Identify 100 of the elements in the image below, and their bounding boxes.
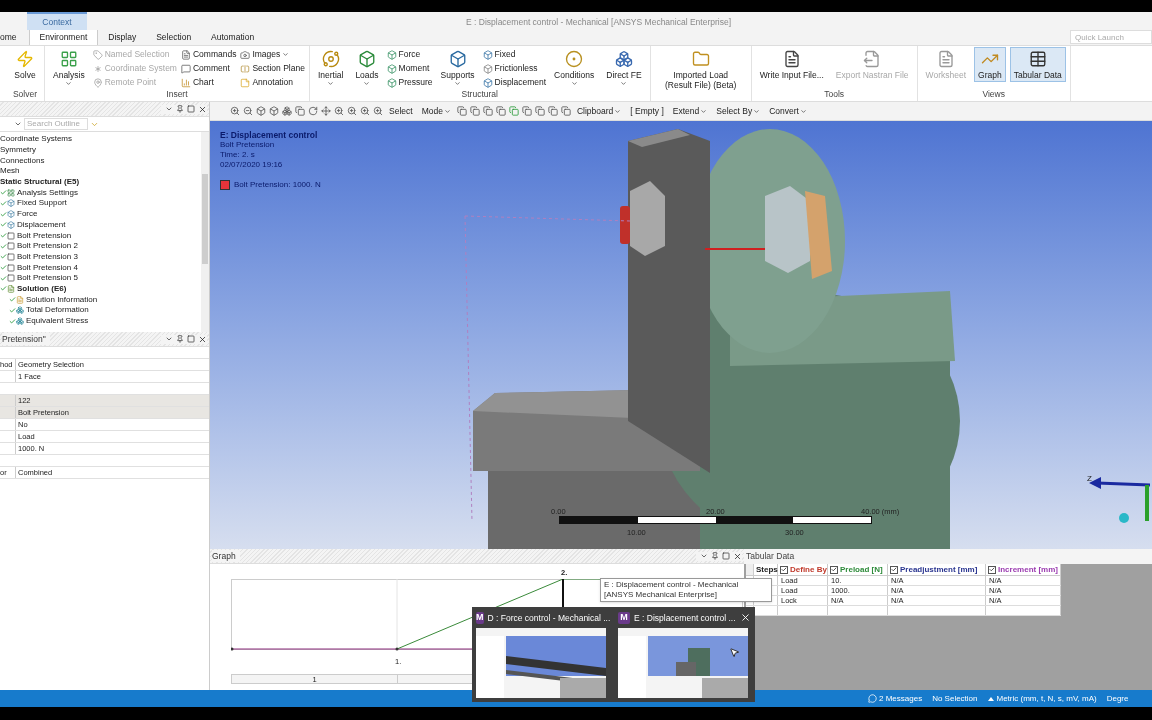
column-header[interactable]: Preload [N] [840,563,883,576]
toolbar-button[interactable]: Mode [418,104,454,118]
ribbon-button[interactable]: Tabular Data [1009,47,1066,82]
ribbon-button[interactable]: Section Plane [240,62,305,75]
tree-item[interactable]: Bolt Pretension [17,230,72,241]
window-thumbnail[interactable] [476,628,606,698]
copy-icon[interactable] [560,106,571,116]
close-icon[interactable] [198,334,207,344]
ribbon-button[interactable]: Solve [10,47,40,82]
ribbon-button[interactable]: Moment [386,62,433,75]
checkbox[interactable] [780,565,788,574]
copy-icon[interactable] [521,106,532,116]
move-icon[interactable] [321,106,331,116]
checkbox[interactable] [830,565,838,574]
rotate-icon[interactable] [308,106,318,116]
close-icon[interactable] [740,612,751,623]
tree-item[interactable]: Solution (E6) [17,283,67,294]
zoom-in-icon[interactable] [360,106,370,116]
copy-icon[interactable] [534,106,545,116]
pin-icon[interactable] [711,552,719,560]
tree-item[interactable]: Static Structural (E5) [0,177,80,188]
ribbon-button[interactable]: Imported Load (Result File) (Beta) [654,47,747,92]
quick-launch-field[interactable]: Quick Launch [1070,30,1152,44]
tree-item[interactable]: Displacement [17,219,66,230]
dropdown-icon[interactable] [165,335,173,343]
ribbon-tab[interactable]: Automation [201,29,265,45]
tree-item[interactable]: Bolt Pretension 5 [17,273,78,284]
tree-item[interactable]: Equivalent Stress [26,316,89,327]
maximize-icon[interactable] [187,335,195,343]
ribbon-button[interactable]: Images [240,48,305,61]
tree-item[interactable]: Fixed Support [17,198,67,209]
ribbon-button[interactable]: Fixed [482,48,547,61]
tree-item[interactable]: Solution Information [26,294,98,305]
zoom-in-icon[interactable] [373,106,383,116]
toolbar-button[interactable]: Extend [669,104,711,118]
cubes-icon[interactable] [282,106,292,116]
column-header[interactable]: Steps [756,563,778,576]
copy-icon[interactable] [482,106,493,116]
cube-icon[interactable] [256,106,266,116]
status-units[interactable]: Metric (mm, t, N, s, mV, mA) [996,692,1097,705]
ribbon-button[interactable]: Graph [974,47,1006,82]
toolbar-button[interactable]: Convert [766,104,810,118]
cube-icon[interactable] [269,106,279,116]
tree-item[interactable]: Connections [0,155,45,166]
search-field[interactable]: Search Outline [24,118,88,130]
copy-icon[interactable] [295,106,305,116]
ribbon-button[interactable]: Write Input File... [755,47,828,82]
pin-icon[interactable] [176,335,184,343]
ribbon-tab[interactable]: Display [98,29,147,45]
ribbon-button[interactable]: Displacement [482,76,547,89]
maximize-icon[interactable] [722,552,730,560]
tree-item[interactable]: Bolt Pretension 3 [17,251,78,262]
toolbar-button[interactable]: [ Empty ] [627,104,667,118]
zoom-in-icon[interactable] [347,106,357,116]
ribbon-button[interactable]: Analysis [49,47,89,89]
copy-icon[interactable] [469,106,480,116]
toolbar-button[interactable]: Select By [713,104,764,118]
column-header[interactable]: Define By [790,563,827,576]
zoom-out-icon[interactable] [243,106,253,116]
status-messages[interactable]: 2 Messages [879,692,923,705]
pin-icon[interactable] [176,105,184,113]
checkbox[interactable] [988,565,996,574]
zoom-in-icon[interactable] [334,106,344,116]
column-header[interactable]: Preadjustment [mm] [900,563,978,576]
ribbon-button[interactable]: Commands [180,48,237,61]
tree-item[interactable]: Force [17,209,38,220]
checkbox[interactable] [890,565,898,574]
tree-item[interactable]: Coordinate Systems [0,134,73,145]
preview-title[interactable]: E : Displacement control ... [634,611,736,625]
ribbon-button[interactable]: Direct FE [602,47,646,89]
copy-icon[interactable] [495,106,506,116]
copy-icon[interactable] [456,106,467,116]
dropdown-icon[interactable] [700,552,708,560]
copy-icon[interactable] [508,106,519,116]
ribbon-button[interactable]: Conditions [550,47,599,89]
preview-title[interactable]: D : Force control - Mechanical ... [487,611,611,625]
ribbon-button[interactable]: Frictionless [482,62,547,75]
ribbon-button[interactable]: Force [386,48,433,61]
ribbon-button[interactable]: Inertial [313,47,348,89]
dropdown-icon[interactable] [14,120,22,128]
column-header[interactable]: Increment [mm] [998,563,1058,576]
tree-item[interactable]: Total Deformation [26,305,89,316]
ribbon-button[interactable]: Chart [180,76,237,89]
tree-item[interactable]: Mesh [0,166,20,177]
tree-item[interactable]: Symmetry [0,145,36,156]
ribbon-button[interactable]: Annotation [240,76,305,89]
status-angle[interactable]: Degre [1106,692,1129,705]
dropdown-icon[interactable] [165,105,173,113]
maximize-icon[interactable] [187,105,195,113]
ribbon-tab[interactable]: Selection [146,29,202,45]
messages-icon[interactable] [868,694,877,703]
tree-item[interactable]: Bolt Pretension 2 [17,241,78,252]
ribbon-tab[interactable]: ome [0,29,29,45]
ribbon-button[interactable]: Loads [351,47,383,89]
tree-item[interactable]: Bolt Pretension 4 [17,262,78,273]
close-icon[interactable] [198,104,207,114]
tree-item[interactable]: Analysis Settings [17,187,78,198]
ribbon-button[interactable]: Pressure [386,76,433,89]
window-thumbnail[interactable] [618,628,748,698]
ribbon-button[interactable]: Supports [436,47,479,89]
